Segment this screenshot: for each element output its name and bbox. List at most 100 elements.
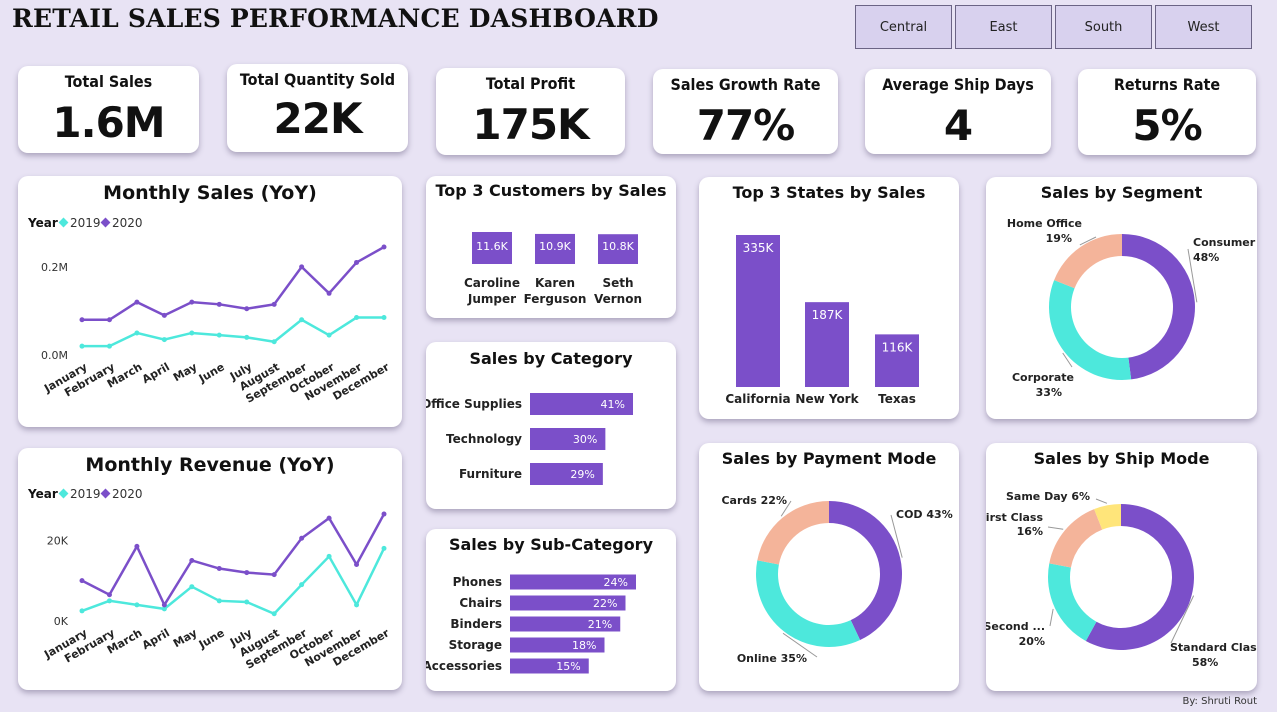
data-point-2020 <box>216 566 222 572</box>
monthly-revenue-card: Monthly Revenue (YoY) Year 2019 2020 0K 20K J… <box>18 448 402 690</box>
series-line-2019 <box>82 316 384 348</box>
category-label: Office Supplies <box>426 397 522 411</box>
data-point-2019 <box>79 608 85 614</box>
leader-line <box>1095 498 1108 504</box>
data-point-2020 <box>271 572 277 578</box>
kpi-value: 77% <box>696 101 796 150</box>
slice-label: Same Day 6% <box>1006 490 1090 503</box>
kpi-value: 175K <box>472 100 589 149</box>
sales-by-subcategory-card: Sales by Sub-Category Phones 24% Chairs 22%… <box>426 529 676 691</box>
legend-marker-2019 <box>58 217 69 228</box>
data-point-2020 <box>106 317 112 323</box>
kpi-value: 1.6M <box>52 98 165 147</box>
kpi-card-returns-rate: Returns Rate 5% <box>1078 69 1256 155</box>
data-point-2020 <box>134 543 140 549</box>
data-label: 116K <box>882 340 914 354</box>
bar <box>736 235 780 387</box>
x-tick-label: June <box>196 360 227 385</box>
kpi-value: 5% <box>1132 101 1202 150</box>
data-label: 15% <box>556 660 580 673</box>
sales-by-segment-chart: Consumer 48% Corporate 33% Home Office 19% <box>1007 217 1256 399</box>
dashboard-title: RETAIL SALES PERFORMANCE DASHBOARD <box>12 4 659 33</box>
data-point-2020 <box>189 557 195 563</box>
category-label: Texas <box>878 392 916 406</box>
slice-name: Standard Class <box>1170 641 1257 654</box>
slice-value: 20% <box>1019 635 1045 648</box>
legend-label-2020: 2020 <box>112 216 143 230</box>
kpi-label: Total Sales <box>64 72 153 91</box>
region-slicer-south[interactable]: South <box>1055 5 1152 49</box>
data-label: 30% <box>573 433 597 446</box>
kpi-label: Total Profit <box>485 74 576 93</box>
data-label: 187K <box>812 308 844 322</box>
data-point-2020 <box>79 317 85 323</box>
legend-marker-2020 <box>100 217 111 228</box>
donut-slice <box>757 501 829 565</box>
data-point-2020 <box>161 602 167 608</box>
category-label: New York <box>795 392 859 406</box>
x-tick-label: April <box>140 626 172 652</box>
sales-by-payment-card: Sales by Payment Mode COD 43% Online 35% C… <box>699 443 959 691</box>
region-slicer-east[interactable]: East <box>955 5 1052 49</box>
kpi-label: Total Quantity Sold <box>239 70 396 89</box>
x-tick-label: April <box>140 360 172 386</box>
kpi-card-total-profit: Total Profit 175K <box>436 68 625 155</box>
data-label: 10.9K <box>539 240 571 253</box>
kpi-label: Returns Rate <box>1113 75 1221 94</box>
slice-value: 16% <box>1017 525 1043 538</box>
slice-label: COD 43% <box>896 508 953 521</box>
x-tick-label: June <box>196 626 227 651</box>
category-label: Storage <box>449 638 502 652</box>
legend-title: Year <box>27 487 58 501</box>
data-point-2019 <box>106 598 112 604</box>
legend-marker-2020 <box>100 488 111 499</box>
data-point-2019 <box>299 582 305 588</box>
slice-value: 48% <box>1193 251 1219 264</box>
monthly-revenue-chart: Year 2019 20200K20KJanuaryFebruaryMarchApr… <box>27 487 392 672</box>
monthly-sales-card: Monthly Sales (YoY) Year 2019 2020 0.0M 0.2M… <box>18 176 402 427</box>
data-point-2019 <box>134 330 140 336</box>
category-label: Technology <box>446 432 522 446</box>
data-point-2020 <box>216 301 222 307</box>
data-point-2020 <box>354 259 360 265</box>
category-label: Phones <box>453 575 502 589</box>
series-line-2020 <box>81 513 386 608</box>
slice-name: Home Office <box>1007 217 1082 230</box>
category-label: Vernon <box>594 292 642 306</box>
donut-slice <box>1048 563 1097 641</box>
data-point-2020 <box>381 511 387 517</box>
data-point-2020 <box>106 592 112 598</box>
series-line-2020 <box>82 245 385 321</box>
slice-name: Consumer <box>1193 236 1256 249</box>
data-point-2019 <box>244 599 250 605</box>
category-label: Seth <box>602 276 633 290</box>
data-point-2020 <box>244 306 250 312</box>
data-point-2019 <box>326 332 332 338</box>
slice-label: Cards 22% <box>721 494 787 507</box>
data-point-2019 <box>216 598 222 604</box>
sales-by-category-card: Sales by Category Office Supplies 41% Tech… <box>426 342 676 509</box>
y-tick-label: 20K <box>47 534 69 547</box>
data-point-2019 <box>216 332 222 338</box>
data-point-2020 <box>79 578 85 584</box>
data-point-2019 <box>271 339 277 345</box>
region-slicer-central[interactable]: Central <box>855 5 952 49</box>
category-label: Jumper <box>467 292 516 306</box>
category-label: Ferguson <box>524 292 587 306</box>
data-point-2019 <box>106 343 112 349</box>
kpi-value: 4 <box>943 101 973 150</box>
kpi-card-total-sales: Total Sales 1.6M <box>18 66 199 153</box>
y-tick-label: 0K <box>54 615 69 628</box>
data-point-2019 <box>326 553 332 559</box>
slice-label: Online 35% <box>737 652 807 665</box>
top-customers-card: Top 3 Customers by Sales 11.6K Caroline Ju… <box>426 176 676 318</box>
monthly-sales-chart: Year 2019 20200.0M0.2MJanuaryFebruaryMarch… <box>27 216 392 406</box>
x-tick-label: May <box>171 360 199 384</box>
region-slicer-west[interactable]: West <box>1155 5 1252 49</box>
data-label: 29% <box>570 468 594 481</box>
legend-title: Year <box>27 216 58 230</box>
y-tick-label: 0.2M <box>41 261 68 274</box>
data-point-2019 <box>134 602 140 608</box>
category-label: Caroline <box>464 276 520 290</box>
data-point-2020 <box>299 535 305 541</box>
